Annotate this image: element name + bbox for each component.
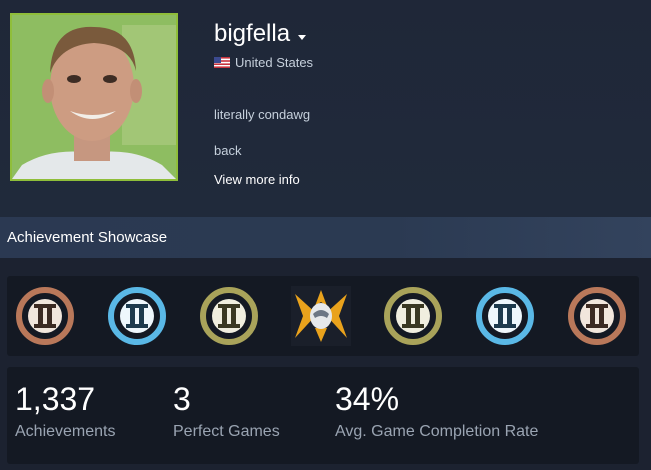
stat-label: Achievements (15, 423, 116, 440)
view-more-info-link[interactable]: View more info (214, 172, 300, 187)
stat-completion-rate[interactable]: 34% Avg. Game Completion Rate (335, 381, 538, 441)
blue-roman-two-icon (108, 287, 166, 345)
showcase-title: Achievement Showcase (7, 229, 168, 246)
achievement-badge[interactable] (289, 284, 353, 348)
stat-achievements[interactable]: 1,337 Achievements (15, 381, 116, 441)
avatar-photo (12, 15, 176, 179)
stat-label: Perfect Games (173, 423, 280, 440)
achievement-badge[interactable] (565, 284, 629, 348)
country-name: United States (235, 55, 314, 70)
stat-label: Avg. Game Completion Rate (335, 423, 539, 440)
stat-value: 3 (173, 381, 191, 417)
chevron-down-icon (298, 34, 307, 40)
bronze-roman-two-icon (568, 287, 626, 345)
persona-name-dropdown[interactable]: bigfella (214, 20, 307, 48)
achievement-badge[interactable] (473, 284, 537, 348)
olive-roman-two-icon (384, 287, 442, 345)
bronze-roman-two-icon (16, 287, 74, 345)
stat-perfect-games[interactable]: 3 Perfect Games (173, 381, 280, 441)
stat-value: 1,337 (15, 381, 96, 417)
avatar[interactable] (10, 13, 178, 181)
showcase-header: Achievement Showcase (0, 217, 651, 258)
achievement-row (7, 276, 639, 356)
gold-halo-emblem-icon (291, 286, 351, 346)
olive-roman-two-icon (200, 287, 258, 345)
stat-value: 34% (335, 381, 400, 417)
us-flag-icon (214, 57, 230, 68)
achievement-badge[interactable] (13, 284, 77, 348)
country-location: United States (214, 55, 313, 70)
profile-summary-line: literally condawg (214, 107, 311, 122)
profile-summary-line: back (214, 143, 242, 158)
achievement-badge[interactable] (105, 284, 169, 348)
achievement-badge[interactable] (197, 284, 261, 348)
achievement-stats: 1,337 Achievements 3 Perfect Games 34% A… (7, 367, 639, 464)
profile-header: bigfella United States literally condawg… (0, 0, 651, 216)
persona-name: bigfella (214, 20, 291, 47)
blue-roman-two-icon (476, 287, 534, 345)
achievement-badge[interactable] (381, 284, 445, 348)
achievement-showcase: 1,337 Achievements 3 Perfect Games 34% A… (0, 258, 651, 470)
